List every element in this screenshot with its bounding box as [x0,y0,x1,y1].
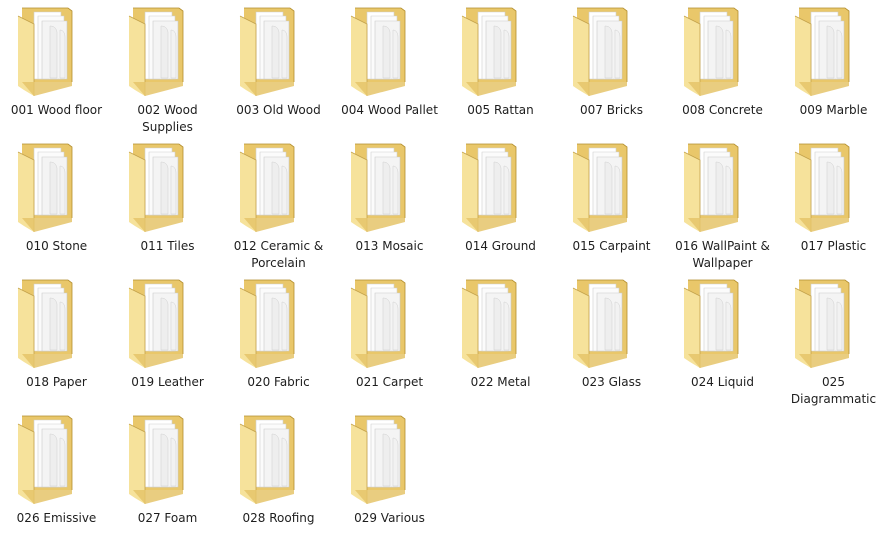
folder-label: 017 Plastic [800,239,867,253]
folder-label: 008 Concrete [682,103,763,117]
folder-label: 013 Mosaic [355,239,424,253]
folder-item[interactable]: 020 Fabric [223,272,334,408]
folder-label: 024 Liquid [691,375,754,389]
folder-icon [460,278,518,368]
folder-icon [127,6,185,96]
folder-label: 020 Fabric [247,375,310,389]
folder-label: 018 Paper [26,375,87,389]
folder-icon [349,6,407,96]
folder-icon [238,278,296,368]
folder-icon [571,278,629,368]
folder-item[interactable]: 005 Rattan [445,0,556,136]
folder-icon [127,142,185,232]
folder-icon [682,6,740,96]
folder-icon [571,6,629,96]
folder-item[interactable]: 007 Bricks [556,0,667,136]
folder-icon [682,278,740,368]
folder-item[interactable]: 015 Carpaint [556,136,667,272]
folder-label: 021 Carpet [355,375,424,389]
folder-grid: 001 Wood floor 002 Wood Supplies 003 Old… [1,0,884,535]
folder-icon [127,414,185,504]
folder-item[interactable]: 002 Wood Supplies [112,0,223,136]
folder-label: 010 Stone [25,239,88,253]
folder-icon [349,414,407,504]
folder-label: 014 Ground [465,239,536,253]
folder-label: 001 Wood floor [10,103,103,117]
folder-item[interactable]: 028 Roofing [223,408,334,544]
folder-item[interactable]: 004 Wood Pallet [334,0,445,136]
folder-icon [238,414,296,504]
folder-icon [793,6,851,96]
folder-label: 016 WallPaint & Wallpaper [675,239,770,270]
folder-icon [793,142,851,232]
folder-label: 027 Foam [137,511,198,525]
folder-icon [460,142,518,232]
folder-icon [571,142,629,232]
folder-icon [682,142,740,232]
folder-item[interactable]: 001 Wood floor [1,0,112,136]
folder-label: 023 Glass [581,375,642,389]
folder-icon [238,142,296,232]
folder-item[interactable]: 029 Various [334,408,445,544]
folder-icon [16,142,74,232]
folder-label: 003 Old Wood [236,103,321,117]
folder-icon [16,6,74,96]
folder-item[interactable]: 008 Concrete [667,0,778,136]
folder-icon [238,6,296,96]
folder-label: 019 Leather [131,375,204,389]
folder-item[interactable]: 014 Ground [445,136,556,272]
folder-icon [127,278,185,368]
folder-item[interactable]: 021 Carpet [334,272,445,408]
folder-label: 009 Marble [799,103,868,117]
folder-item[interactable]: 011 Tiles [112,136,223,272]
folder-item[interactable]: 017 Plastic [778,136,884,272]
folder-label: 022 Metal [470,375,531,389]
folder-item[interactable]: 003 Old Wood [223,0,334,136]
folder-item[interactable]: 009 Marble [778,0,884,136]
folder-icon [460,6,518,96]
folder-icon [349,278,407,368]
folder-icon [349,142,407,232]
folder-item[interactable]: 013 Mosaic [334,136,445,272]
folder-icon [16,278,74,368]
folder-item[interactable]: 026 Emissive [1,408,112,544]
folder-item[interactable]: 024 Liquid [667,272,778,408]
folder-label: 015 Carpaint [572,239,651,253]
folder-label: 012 Ceramic & Porcelain [233,239,324,270]
folder-item[interactable]: 022 Metal [445,272,556,408]
folder-item[interactable]: 019 Leather [112,272,223,408]
folder-item[interactable]: 012 Ceramic & Porcelain [223,136,334,272]
folder-label: 025 Diagrammatic [790,375,877,406]
folder-label: 026 Emissive [16,511,97,525]
folder-label: 002 Wood Supplies [137,103,198,134]
folder-label: 028 Roofing [242,511,315,525]
folder-icon [16,414,74,504]
folder-label: 004 Wood Pallet [341,103,438,117]
folder-item[interactable]: 023 Glass [556,272,667,408]
folder-label: 029 Various [354,511,425,525]
folder-item[interactable]: 025 Diagrammatic [778,272,884,408]
folder-item[interactable]: 018 Paper [1,272,112,408]
folder-label: 005 Rattan [467,103,534,117]
folder-label: 007 Bricks [579,103,644,117]
folder-item[interactable]: 027 Foam [112,408,223,544]
folder-label: 011 Tiles [140,239,195,253]
folder-icon [793,278,851,368]
folder-item[interactable]: 016 WallPaint & Wallpaper [667,136,778,272]
folder-item[interactable]: 010 Stone [1,136,112,272]
